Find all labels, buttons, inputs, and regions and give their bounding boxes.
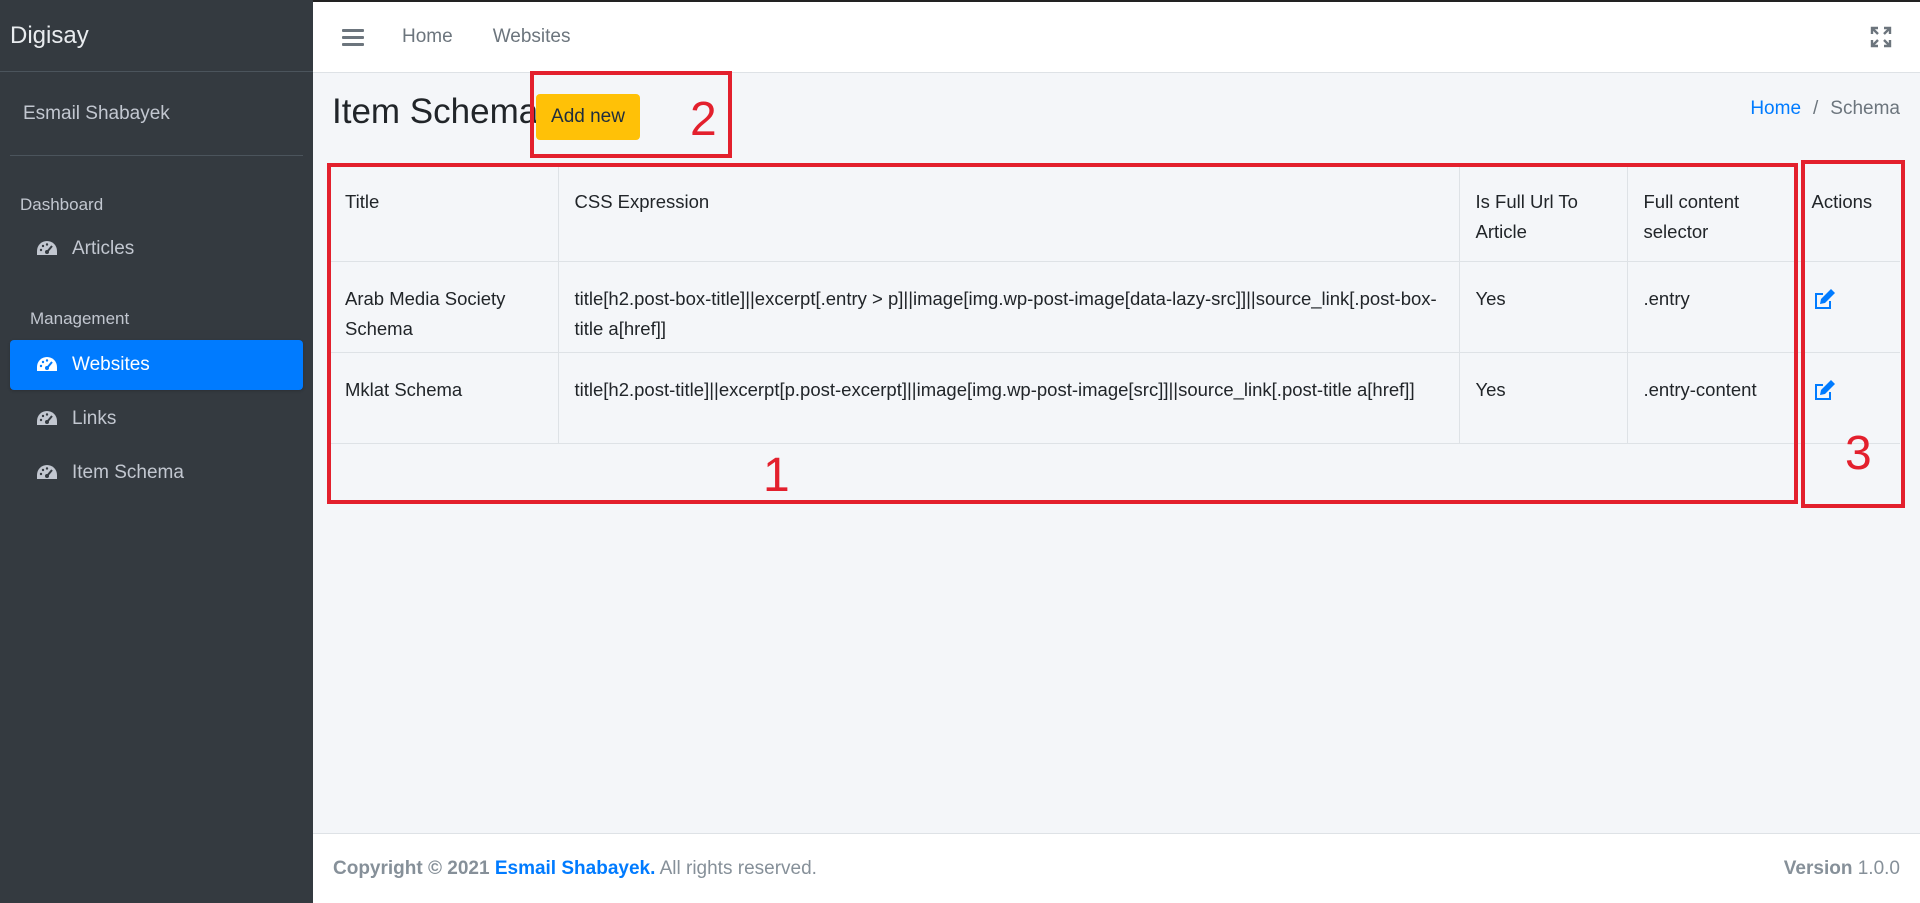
breadcrumb-separator: / (1813, 98, 1819, 119)
topnav-home-link[interactable]: Home (402, 26, 453, 48)
annotation-number-3: 3 (1845, 427, 1872, 480)
sidebar-item-label: Websites (72, 354, 150, 375)
dashboard-gauge-icon (34, 408, 60, 430)
topnav-websites-link[interactable]: Websites (493, 26, 571, 48)
dashboard-gauge-icon (34, 238, 60, 260)
sidebar-item-links[interactable]: Links (10, 394, 303, 444)
sidebar-item-label: Item Schema (72, 462, 184, 483)
footer: Copyright © 2021 Esmail Shabayek. All ri… (313, 833, 1920, 903)
expand-icon[interactable] (1870, 26, 1892, 48)
sidebar-item-item-schema[interactable]: Item Schema (10, 448, 303, 498)
annotation-number-1: 1 (763, 449, 790, 502)
footer-copyright-text: Copyright © 2021 (333, 857, 490, 879)
sidebar: Digisay Esmail Shabayek Dashboard Articl… (0, 0, 313, 903)
page-title: Item Schema (332, 92, 539, 131)
footer-version-label: Version (1783, 857, 1853, 879)
footer-version-number: 1.0.0 (1857, 857, 1900, 879)
annotation-number-2: 2 (690, 93, 717, 146)
footer-rights: All rights reserved. (659, 857, 817, 879)
dashboard-gauge-icon (34, 462, 60, 484)
top-navbar: Home Websites (313, 0, 1920, 73)
footer-version: Version 1.0.0 (1784, 858, 1900, 880)
sidebar-item-websites[interactable]: Websites (10, 340, 303, 390)
sidebar-item-articles[interactable]: Articles (10, 224, 303, 274)
nav-header-management: Management (30, 309, 130, 328)
sidebar-item-label: Links (72, 408, 117, 429)
footer-copyright: Copyright © 2021 Esmail Shabayek. All ri… (333, 858, 817, 880)
breadcrumb-home-link[interactable]: Home (1750, 98, 1801, 120)
dashboard-gauge-icon (34, 354, 60, 376)
brand-logo-text[interactable]: Digisay (0, 0, 313, 72)
nav-header-dashboard: Dashboard (20, 195, 104, 214)
hamburger-icon[interactable] (342, 28, 364, 46)
breadcrumb-current: Schema (1830, 98, 1900, 119)
annotation-box-1 (327, 163, 1798, 504)
footer-author-link[interactable]: Esmail Shabayek. (495, 858, 656, 879)
sidebar-item-label: Articles (72, 238, 135, 259)
user-name[interactable]: Esmail Shabayek (10, 72, 303, 156)
breadcrumb: Home / Schema (1750, 98, 1900, 120)
